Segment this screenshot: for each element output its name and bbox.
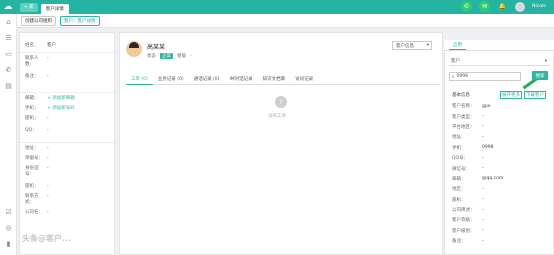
tab-visits[interactable]: 访问记录 — [290, 75, 318, 85]
lp-row: 公司名： - — [25, 210, 49, 215]
expand-link[interactable]: 展开更多 — [500, 91, 522, 99]
chevron-down-icon: ▾ — [426, 43, 429, 48]
chart-icon[interactable]: ▮ — [0, 236, 17, 252]
lp-row: 单据号： - — [25, 156, 49, 161]
list-item: 地区： - — [452, 186, 484, 193]
status-badge[interactable]: 正常 — [160, 53, 173, 59]
add-phone-link[interactable]: + 添加新号码 — [47, 106, 109, 112]
tab-tickets[interactable]: 工单 (0) — [126, 75, 153, 85]
watermark: 头条@客户... — [22, 234, 72, 243]
star-label: 星级 — [177, 54, 186, 59]
list-item: 手机： 0998 — [452, 145, 494, 151]
lp-row: 地址： - — [25, 146, 49, 151]
lp-row: 备注： - — [25, 74, 49, 79]
crumb-org[interactable]: 创建公司组织 — [21, 15, 56, 26]
tab-apps[interactable]: 应用 — [449, 41, 466, 50]
lp-row: 座机： - — [25, 184, 49, 189]
top-bar: ☁ + 新 客户详情 ✆ ✉ 🔔 Nicole — [0, 0, 554, 14]
breadcrumb: 创建公司组织 客户：客户详情 — [17, 14, 554, 28]
message-icon[interactable]: ▭ — [0, 46, 17, 62]
add-email-link[interactable]: + 添加新邮箱 — [47, 96, 109, 102]
list-item: 客户级别： - — [452, 228, 484, 234]
phone-icon[interactable]: ✆ — [461, 1, 473, 12]
lp-row: QQ： - — [25, 128, 49, 133]
search-input[interactable]: ⌕ 0998 — [449, 72, 521, 81]
customer-info-select[interactable]: 客户信息 ▾ — [392, 41, 432, 50]
section-title: 基本信息 — [452, 93, 470, 98]
list-item: 座机： - — [452, 197, 484, 203]
customer-type-select[interactable]: 客户 ▾ — [449, 57, 549, 66]
tab-im[interactable]: IM对话记录 — [224, 75, 257, 85]
top-right-tools: ✆ ✉ 🔔 Nicole — [461, 1, 546, 12]
call-icon[interactable]: ✆ — [0, 62, 17, 78]
customer-detail-main: 高某某 状态 正常 星级 - 客户信息 ▾ 工单 (0) 业务记录 (0) 通话记… — [119, 32, 443, 255]
globe-icon[interactable]: ◎ — [0, 220, 17, 236]
customer-meta: 状态 正常 星级 - — [147, 53, 192, 59]
customer-info-panel: 姓名： 客户 联系人数： - 备注： - 邮箱： + 添加新邮箱 手机： + 添加新号码 … — [19, 32, 115, 255]
customer-field-list: 客户名称： gpe 客户类型： - 平台地区： - 地址： - 手机： 0998 QQ号：… — [452, 101, 550, 246]
lp-row: 姓名： 客户 — [25, 43, 56, 48]
select-value: 客户信息 — [396, 43, 414, 49]
tab-business[interactable]: 业务记录 (0) — [153, 75, 189, 85]
list-item: 客户类型： - — [452, 114, 484, 120]
list-item: 公司简述： - — [452, 207, 484, 214]
bell-icon[interactable]: 🔔 — [497, 1, 508, 12]
status-label: 状态 — [147, 54, 156, 59]
list-item: 客户名称： gpe — [452, 103, 491, 110]
left-nav: ⌂ ☰ ▭ ✆ ▤ ☑ ◎ ▮ — [0, 14, 17, 255]
customer-avatar — [126, 41, 142, 57]
list-item: 备注： - — [452, 238, 484, 245]
lp-row: 手机： + 添加新号码 — [20, 106, 114, 112]
home-icon[interactable]: ⌂ — [0, 14, 17, 30]
list-item: 客户等级： - — [452, 217, 484, 224]
list-item: 平台地区： - — [452, 124, 484, 130]
chevron-down-icon: ▾ — [544, 58, 547, 64]
cloud-logo-icon[interactable]: ☁ — [0, 0, 16, 14]
new-button[interactable]: + 新 — [20, 2, 38, 12]
chat-icon[interactable]: ✉ — [479, 1, 491, 12]
search-value: 0998 — [456, 74, 468, 79]
customer-name: 高某某 — [147, 44, 166, 51]
tab-customer-detail[interactable]: 客户详情 — [40, 4, 69, 14]
check-icon[interactable]: ☑ — [0, 204, 17, 220]
select-value: 客户 — [451, 59, 460, 64]
doc-icon[interactable]: ▤ — [0, 78, 17, 94]
list-item: QQ号： - — [452, 155, 484, 162]
star-value: - — [190, 53, 192, 59]
lp-row: 联系方式： - — [25, 194, 49, 205]
download-link[interactable]: 下载客户 — [524, 91, 546, 99]
detail-tabs: 工单 (0) 业务记录 (0) 通话记录 (0) IM对话记录 知识文档库 访问… — [126, 75, 440, 85]
list-item: 微信号： - — [452, 166, 484, 172]
list-item: 地址： - — [452, 134, 484, 141]
empty-info-icon: ! — [275, 96, 287, 108]
search-icon: ⌕ — [452, 74, 455, 80]
user-name[interactable]: Nicole — [532, 4, 546, 9]
tab-calls[interactable]: 通话记录 (0) — [189, 75, 225, 85]
lp-row: 邮箱： + 添加新邮箱 — [20, 96, 114, 102]
avatar[interactable] — [515, 1, 526, 12]
tab-knowledge[interactable]: 知识文档库 — [258, 75, 291, 85]
list-item: 邮箱： @qq.com — [452, 176, 504, 182]
list-icon[interactable]: ☰ — [0, 30, 17, 46]
lp-row: 座机： - — [25, 116, 49, 121]
empty-text: 没有工单 — [268, 114, 286, 119]
lp-row: 联系人数： - — [25, 56, 49, 67]
search-button[interactable]: 搜索 — [532, 71, 548, 80]
crumb-customer[interactable]: 客户：客户详情 — [60, 15, 100, 26]
lp-row: 身份证号： - — [25, 166, 49, 177]
